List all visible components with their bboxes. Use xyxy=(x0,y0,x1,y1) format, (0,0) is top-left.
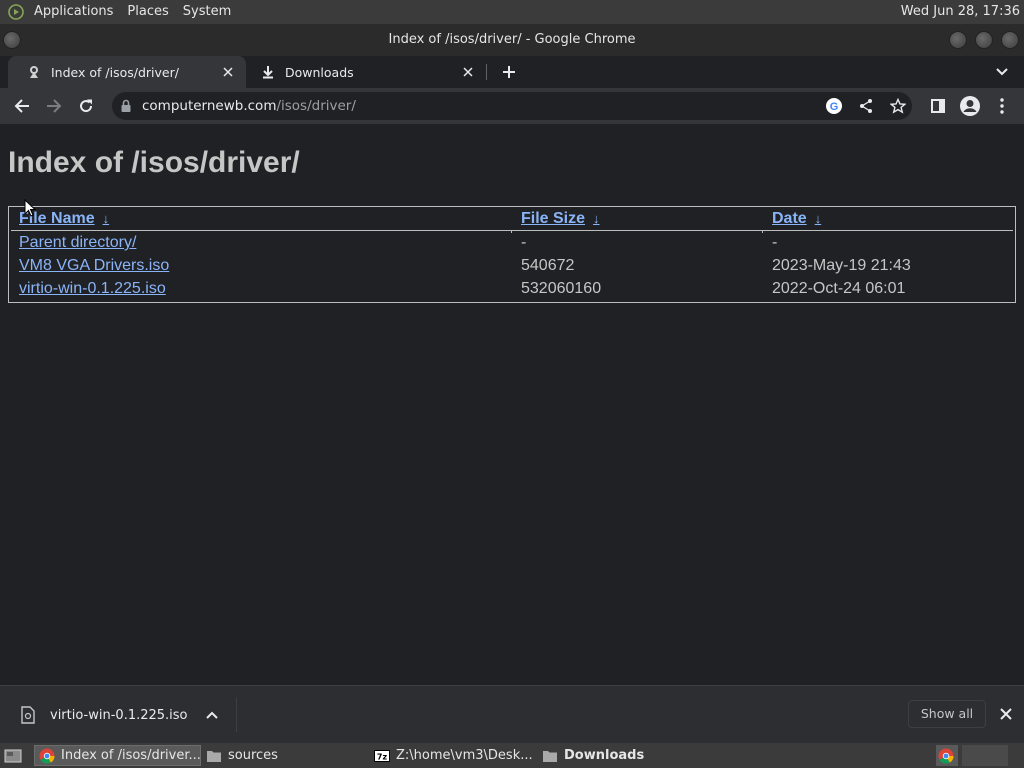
page-content: Index of /isos/driver/ File Name ↓ File S… xyxy=(0,124,1024,685)
window-title: Index of /isos/driver/ - Google Chrome xyxy=(388,32,636,47)
bookmark-star-icon[interactable] xyxy=(886,94,910,118)
file-listing-table: File Name ↓ File Size ↓ Date ↓ Parent direc… xyxy=(8,206,1016,303)
taskbar-item-downloads[interactable]: Downloads xyxy=(538,745,703,766)
svg-text:7z: 7z xyxy=(377,752,388,761)
url-path: /isos/driver/ xyxy=(276,98,356,114)
bottom-taskbar: Index of /isos/driver... sources 7z Z:\h… xyxy=(0,743,1024,768)
menu-system[interactable]: System xyxy=(176,0,238,24)
column-divider xyxy=(511,231,512,233)
workspace-chrome-indicator[interactable] xyxy=(936,745,958,766)
forward-arrow-icon[interactable] xyxy=(42,94,66,118)
minimize-button[interactable] xyxy=(949,31,967,49)
maximize-button[interactable] xyxy=(975,31,993,49)
shelf-separator xyxy=(236,698,237,732)
chrome-icon xyxy=(39,748,55,764)
file-date: 2022-Oct-24 06:01 xyxy=(772,280,906,297)
download-filename: virtio-win-0.1.225.iso xyxy=(50,707,188,723)
taskbar-item-sources[interactable]: sources xyxy=(202,745,367,766)
download-icon xyxy=(260,64,276,80)
tab-index[interactable]: Index of /isos/driver/ xyxy=(8,56,246,88)
file-size: 532060160 xyxy=(521,280,602,297)
folder-icon xyxy=(206,748,222,764)
taskbar-item-chrome[interactable]: Index of /isos/driver... xyxy=(34,745,201,766)
file-date: 2023-May-19 21:43 xyxy=(772,257,911,274)
profile-avatar-icon[interactable] xyxy=(958,94,982,118)
show-all-button[interactable]: Show all xyxy=(908,700,986,728)
google-lens-icon[interactable]: G xyxy=(822,94,846,118)
menu-places[interactable]: Places xyxy=(120,0,175,24)
panel-clock[interactable]: Wed Jun 28, 17:36 xyxy=(901,0,1020,24)
tab-strip: Index of /isos/driver/ Downloads xyxy=(0,56,1024,88)
address-bar[interactable]: computernewb.com/isos/driver/ xyxy=(112,92,912,120)
show-desktop-button[interactable] xyxy=(2,745,24,766)
url-host: computernewb.com xyxy=(142,98,277,114)
tab-downloads[interactable]: Downloads xyxy=(242,56,486,88)
mouse-pointer-icon xyxy=(24,199,36,217)
file-date: - xyxy=(772,234,778,251)
browser-toolbar: computernewb.com/isos/driver/ G xyxy=(0,88,1024,124)
download-shelf: virtio-win-0.1.225.iso Show all xyxy=(0,685,1024,743)
url-text[interactable]: computernewb.com/isos/driver/ xyxy=(142,92,356,120)
column-header-file-size[interactable]: File Size ↓ xyxy=(521,210,600,228)
workspace-switcher[interactable] xyxy=(962,745,1008,766)
tab-label: Index of /isos/driver/ xyxy=(51,64,179,80)
tab-label: Downloads xyxy=(285,64,354,80)
window-titlebar[interactable]: Index of /isos/driver/ - Google Chrome xyxy=(0,24,1024,56)
chrome-icon xyxy=(938,748,954,764)
tab-search-chevron-icon[interactable] xyxy=(992,62,1012,82)
side-panel-icon[interactable] xyxy=(926,94,950,118)
taskbar-item-7zip[interactable]: 7z Z:\home\vm3\Desk... xyxy=(370,745,536,766)
tab-separator xyxy=(486,64,487,80)
file-link-virtio-win[interactable]: virtio-win-0.1.225.iso xyxy=(19,280,166,298)
file-link-vm8-vga-drivers[interactable]: VM8 VGA Drivers.iso xyxy=(19,257,169,275)
close-tab-icon[interactable] xyxy=(460,64,476,80)
top-panel: Applications Places System Wed Jun 28, 1… xyxy=(0,0,1024,24)
page-heading: Index of /isos/driver/ xyxy=(8,146,300,179)
share-icon[interactable] xyxy=(854,94,878,118)
kebab-menu-icon[interactable] xyxy=(990,94,1014,118)
download-item[interactable]: virtio-win-0.1.225.iso xyxy=(10,695,236,735)
site-favicon-icon xyxy=(26,64,42,80)
new-tab-icon[interactable] xyxy=(499,62,519,82)
chevron-up-icon[interactable] xyxy=(204,707,220,723)
close-shelf-icon[interactable] xyxy=(996,704,1016,724)
file-size: 540672 xyxy=(521,257,575,274)
distro-logo-icon[interactable] xyxy=(5,1,27,23)
svg-text:G: G xyxy=(830,101,839,113)
sevenzip-icon: 7z xyxy=(374,748,390,764)
file-link-parent-directory[interactable]: Parent directory/ xyxy=(19,234,136,252)
file-icon xyxy=(21,706,35,724)
lock-icon[interactable] xyxy=(120,99,132,113)
column-header-date[interactable]: Date ↓ xyxy=(772,210,821,228)
desktop-icon xyxy=(4,749,22,762)
close-window-button[interactable] xyxy=(1001,31,1019,49)
file-size: - xyxy=(521,234,527,251)
close-tab-icon[interactable] xyxy=(220,64,236,80)
reload-icon[interactable] xyxy=(74,94,98,118)
back-arrow-icon[interactable] xyxy=(10,94,34,118)
folder-icon xyxy=(542,748,558,764)
menu-applications[interactable]: Applications xyxy=(27,0,120,24)
header-divider xyxy=(11,230,1013,231)
column-divider xyxy=(762,231,763,233)
